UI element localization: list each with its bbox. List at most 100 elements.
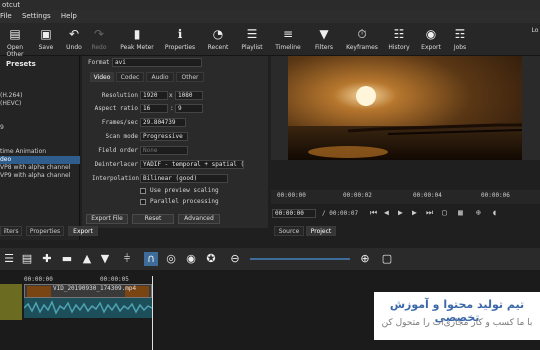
menu-settings[interactable]: Settings [22, 12, 51, 20]
volume-icon[interactable]: ◖ [492, 208, 497, 217]
menu-icon[interactable]: ☰ [2, 252, 16, 266]
preset-item[interactable]: VP9 with alpha channel [0, 172, 80, 180]
interpolation-select[interactable]: Bilinear (good) [140, 174, 228, 183]
field-order-select[interactable]: None [140, 146, 188, 155]
tab-export[interactable]: Export [68, 226, 98, 236]
play-icon[interactable]: ▶ [398, 208, 403, 217]
track-header[interactable] [0, 284, 22, 320]
playlist-icon: ☰ [246, 27, 258, 41]
audio-waveform[interactable] [24, 298, 152, 318]
tab-other[interactable]: Other [176, 72, 204, 82]
advanced-button[interactable]: Advanced [178, 214, 220, 224]
scan-mode-select[interactable]: Progressive [140, 132, 188, 141]
ripple-all-icon[interactable]: ✪ [204, 252, 218, 266]
history-icon: ☷ [393, 27, 405, 41]
preset-item[interactable]: VP8 with alpha channel [0, 164, 80, 172]
timeline-ruler[interactable]: 00:00:00 00:00:05 [22, 272, 372, 284]
timeline-icon: ≡ [282, 27, 294, 41]
skip-end-icon[interactable]: ⏭ [426, 208, 433, 218]
grid-icon[interactable]: ▦ [458, 208, 463, 217]
skip-start-icon[interactable]: ⏮ [370, 208, 377, 218]
filter-icon: ▼ [319, 27, 329, 41]
aspect-height-input[interactable]: 9 [175, 104, 203, 113]
open-other-button[interactable]: ▤ Open Other [0, 25, 30, 58]
loop-icon[interactable]: ▢ [442, 208, 447, 217]
current-timecode[interactable]: 00:00:00 [272, 209, 316, 218]
clip-name: VID_20190930_174309.mp4 [53, 285, 137, 292]
tab-filters[interactable]: ilters [0, 226, 22, 236]
save-button[interactable]: ▣ Save [34, 25, 58, 51]
append-icon[interactable]: ✚ [40, 252, 54, 266]
ruler-tick: 00:00:00 [277, 192, 306, 199]
video-clip[interactable]: VID_20190930_174309.mp4 [24, 284, 152, 298]
tab-video[interactable]: Video [90, 72, 114, 82]
recent-button[interactable]: ◔ Recent [204, 25, 232, 51]
zoom-out-icon[interactable]: ⊖ [228, 252, 242, 266]
remove-icon[interactable]: ▬ [60, 252, 74, 266]
scan-mode-label: Scan mode [105, 133, 138, 140]
redo-button[interactable]: ↷ Redo [88, 25, 110, 51]
title-bar: otcut [0, 0, 540, 10]
timeline-button[interactable]: ≡ Timeline [272, 25, 304, 51]
window-title: otcut [2, 1, 21, 9]
resolution-height-input[interactable]: 1080 [175, 91, 203, 100]
scrub-icon[interactable]: ◎ [164, 252, 178, 266]
ripple-icon[interactable]: ◉ [184, 252, 198, 266]
export-icon: ◉ [425, 27, 437, 41]
zoom-icon[interactable]: ⊕ [476, 208, 481, 217]
menu-bar: File Settings Help [0, 10, 540, 23]
preset-item[interactable]: 9 [0, 124, 80, 132]
timeline-tick: 00:00:05 [100, 276, 129, 283]
deinterlacer-select[interactable]: YADIF - temporal + spatial ( [140, 160, 244, 169]
menu-help[interactable]: Help [61, 12, 77, 20]
jobs-button[interactable]: ☶ Jobs [449, 25, 471, 51]
tab-project[interactable]: Project [306, 226, 336, 236]
zoom-slider[interactable] [250, 258, 350, 260]
aspect-width-input[interactable]: 16 [140, 104, 168, 113]
export-file-button[interactable]: Export File [86, 214, 128, 224]
tab-source[interactable]: Source [274, 226, 304, 236]
redo-icon: ↷ [93, 27, 105, 41]
reset-button[interactable]: Reset [132, 214, 174, 224]
fast-forward-icon[interactable]: ▶ [412, 208, 417, 217]
export-button[interactable]: ◉ Export [418, 25, 444, 51]
history-button[interactable]: ☷ History [385, 25, 413, 51]
preset-item[interactable]: (HEVC) [0, 100, 80, 108]
zoom-in-icon[interactable]: ⊕ [358, 252, 372, 266]
properties-button[interactable]: ℹ Properties [161, 25, 199, 51]
overwrite-icon[interactable]: ▼ [98, 252, 112, 266]
parallel-processing-label: Parallel processing [150, 198, 219, 205]
tab-properties[interactable]: Properties [26, 226, 64, 236]
ruler-tick: 00:00:06 [481, 192, 510, 199]
preset-item[interactable]: (H.264) [0, 92, 80, 100]
undo-button[interactable]: ↶ Undo [62, 25, 86, 51]
paste-icon[interactable]: ▤ [20, 252, 34, 266]
resolution-label: Resolution [101, 92, 138, 99]
format-select[interactable]: avi [112, 58, 202, 67]
resolution-width-input[interactable]: 1920 [140, 91, 168, 100]
zoom-fit-icon[interactable]: ▢ [380, 252, 394, 266]
preset-item[interactable]: time Animation [0, 148, 80, 156]
keyframes-button[interactable]: ⏱ Keyframes [343, 25, 381, 51]
split-icon[interactable]: ⫩ [120, 252, 134, 266]
menu-file[interactable]: File [0, 12, 12, 20]
parallel-processing-checkbox[interactable] [140, 199, 146, 205]
peak-meter-button[interactable]: ▮ Peak Meter [118, 25, 156, 51]
viewer-ruler[interactable]: 00:00:00 00:00:02 00:00:04 00:00:06 [271, 190, 540, 204]
preset-item-selected[interactable]: deo [0, 156, 80, 164]
lift-icon[interactable]: ▲ [80, 252, 94, 266]
tab-codec[interactable]: Codec [116, 72, 144, 82]
filters-button[interactable]: ▼ Filters [310, 25, 338, 51]
tab-audio[interactable]: Audio [146, 72, 174, 82]
presets-title: Presets [6, 60, 36, 68]
fps-input[interactable]: 29.804739 [140, 118, 186, 127]
playhead[interactable] [152, 276, 153, 350]
layout-button[interactable]: Lo [528, 27, 540, 34]
preview-scaling-checkbox[interactable] [140, 188, 146, 194]
main-toolbar: ▤ Open Other ▣ Save ↶ Undo ↷ Redo ▮ Peak Mete… [0, 23, 540, 58]
rewind-icon[interactable]: ◀ [384, 208, 389, 217]
folder-icon: ▤ [9, 27, 21, 41]
snap-icon[interactable]: ∩ [144, 252, 158, 266]
preview-scaling-label: Use preview scaling [150, 187, 219, 194]
playlist-button[interactable]: ☰ Playlist [237, 25, 267, 51]
